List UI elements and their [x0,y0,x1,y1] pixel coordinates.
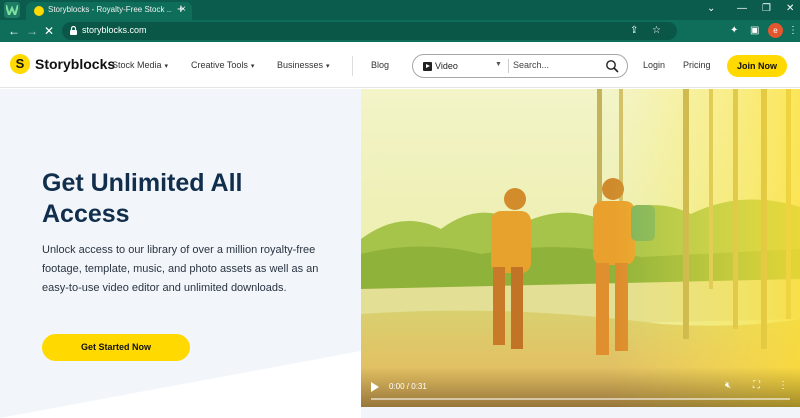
lock-icon [70,26,77,35]
more-options-icon[interactable]: ⋮ [778,380,788,392]
video-time: 0:00 / 0:31 [389,382,427,391]
nav-creative-tools[interactable]: Creative Tools ▾ [191,60,254,70]
address-bar[interactable]: storyblocks.com ⇪ ☆ [62,22,677,40]
bookmark-star-icon[interactable]: ☆ [652,23,661,39]
mute-icon[interactable]: 🔇︎ [725,380,731,392]
chevron-down-icon: ▾ [164,63,169,70]
site-header: S Storyblocks Stock Media ▾ Creative Tool… [0,42,800,88]
workspace-icon[interactable] [4,2,20,18]
nav-businesses-label: Businesses [277,60,324,70]
hero-title: Get Unlimited All Access [42,169,243,228]
get-started-button[interactable]: Get Started Now [42,334,190,361]
logo-mark-icon: S [10,54,30,74]
search-bar: Video ▼ [412,54,628,78]
video-icon [423,61,432,71]
extensions-icon[interactable]: ✦ [730,23,738,39]
browser-tab[interactable]: Storyblocks - Royalty-Free Stock ... × [26,2,192,20]
window-minimize-button[interactable]: — [737,2,747,16]
url-text: storyblocks.com [82,25,147,35]
login-link[interactable]: Login [643,60,665,70]
stop-loading-icon[interactable]: ✕ [44,23,54,39]
nav-blog[interactable]: Blog [371,60,389,70]
chevron-down-icon: ▾ [326,63,330,70]
hero-video[interactable]: 0:00 / 0:31 🔇︎ ⛶ ⋮ [361,89,800,407]
fullscreen-icon[interactable]: ⛶ [753,380,760,392]
nav-divider [352,56,353,76]
search-type-select[interactable]: Video [423,61,458,71]
chevron-down-icon: ▾ [250,63,255,70]
tab-title: Storyblocks - Royalty-Free Stock ... [48,5,172,14]
back-arrow-icon[interactable]: ← [8,23,20,39]
pricing-link[interactable]: Pricing [683,60,711,70]
browser-tab-strip: Storyblocks - Royalty-Free Stock ... × +… [0,0,800,20]
new-tab-button[interactable]: + [177,1,185,17]
logo-text: Storyblocks [35,56,116,72]
profile-avatar[interactable]: e [768,23,783,38]
tab-search-icon[interactable]: ⌄ [707,2,715,16]
video-controls: 0:00 / 0:31 🔇︎ ⛶ ⋮ [361,367,800,407]
play-icon[interactable] [371,382,379,392]
window-restore-button[interactable]: ❐ [762,2,771,16]
browser-toolbar: ← → ✕ storyblocks.com ⇪ ☆ ✦ ▣ e ⋮ [0,20,800,42]
more-menu-icon[interactable]: ⋮ [788,23,798,39]
hero-description: Unlock access to our library of over a m… [42,244,319,294]
window-close-button[interactable]: ✕ [786,2,794,16]
side-panel-icon[interactable]: ▣ [750,23,759,39]
join-now-button[interactable]: Join Now [727,55,787,77]
video-progress-bar[interactable] [371,398,790,400]
search-type-label: Video [435,61,458,71]
w-logo-icon [6,5,18,15]
share-icon[interactable]: ⇪ [630,23,638,39]
nav-stock-media-label: Stock Media [112,60,162,70]
forward-arrow-icon[interactable]: → [26,23,38,39]
hero-section: Get Unlimited All Access Unlock access t… [0,89,800,418]
nav-creative-tools-label: Creative Tools [191,60,248,70]
search-icon[interactable] [605,59,619,73]
nav-businesses[interactable]: Businesses ▾ [277,60,330,70]
video-frame-hikers [361,89,800,407]
search-type-caret-icon[interactable]: ▼ [495,61,502,68]
nav-stock-media[interactable]: Stock Media ▾ [112,60,168,70]
storyblocks-favicon-icon [34,6,44,16]
search-separator [508,59,509,73]
storyblocks-logo[interactable]: S Storyblocks [10,54,115,74]
search-input[interactable] [513,60,603,70]
